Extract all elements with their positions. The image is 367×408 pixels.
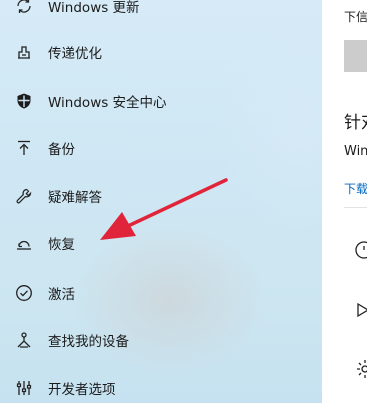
section-body-text: Win [344,144,367,159]
status-text: 下信 [344,10,367,24]
settings-gear-icon[interactable] [354,358,367,380]
recovery-icon [14,233,34,253]
settings-sidebar: Windows 更新 传递优化 Windows 安全中心 备份 疑难解答 恢复 [0,0,322,403]
sidebar-item-recovery[interactable]: 恢复 [0,223,322,263]
sidebar-item-windows-security[interactable]: Windows 安全中心 [0,81,322,121]
find-device-icon [14,330,34,350]
sidebar-item-label: 查找我的设备 [48,334,129,350]
developer-icon [14,378,34,398]
divider [344,207,367,208]
delivery-optimization-icon [14,42,34,62]
sidebar-item-label: 恢复 [48,237,75,253]
sidebar-item-troubleshoot[interactable]: 疑难解答 [0,176,322,216]
play-icon[interactable] [356,302,367,318]
sidebar-item-activation[interactable]: 激活 [0,273,322,313]
section-heading: 针对 [344,113,367,133]
sidebar-item-delivery-optimization[interactable]: 传递优化 [0,32,322,72]
backup-icon [14,138,34,158]
sidebar-item-label: Windows 更新 [48,0,140,16]
action-button[interactable] [344,40,367,72]
sidebar-item-label: 传递优化 [48,46,102,62]
sidebar-item-windows-update[interactable]: Windows 更新 [0,0,322,26]
shield-icon [14,91,34,111]
sidebar-item-label: 开发者选项 [48,382,116,398]
wrench-icon [14,186,34,206]
download-link[interactable]: 下载 [344,180,367,197]
sidebar-item-find-my-device[interactable]: 查找我的设备 [0,320,322,360]
sidebar-item-backup[interactable]: 备份 [0,128,322,168]
content-pane: 下信 针对 Win 下载 [322,0,367,403]
sync-icon [14,0,34,16]
history-icon [354,240,367,260]
sidebar-item-label: Windows 安全中心 [48,95,167,111]
sidebar-item-developer-options[interactable]: 开发者选项 [0,368,322,408]
sidebar-item-label: 备份 [48,142,75,158]
check-circle-icon [14,283,34,303]
sidebar-item-label: 疑难解答 [48,190,102,206]
sidebar-item-label: 激活 [48,287,75,303]
